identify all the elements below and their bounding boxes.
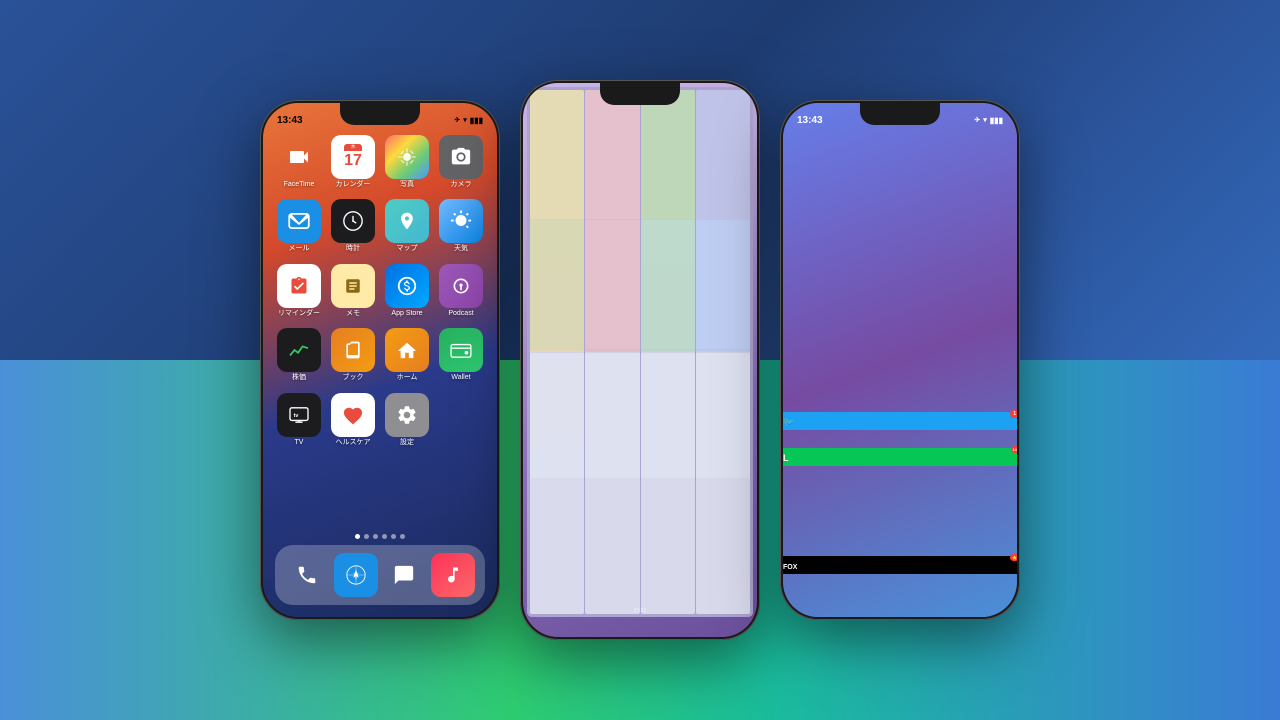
phone-2-screen: 完了 ページを編集 ✓ (523, 83, 757, 637)
clock-icon (331, 199, 375, 243)
app-reminders[interactable]: リマインダー (275, 264, 323, 318)
tv-label: TV (295, 439, 304, 447)
clock-label: 時計 (346, 245, 360, 253)
app-tv[interactable]: tv TV (275, 393, 323, 447)
maps-icon (385, 199, 429, 243)
phone-1: 13:43 ✈ ▾ ▮▮▮ FaceTime (260, 100, 500, 620)
stocks-label: 株価 (292, 374, 306, 382)
wallet-icon (439, 328, 483, 372)
page-dots-1 (263, 534, 497, 539)
phone-1-screen: 13:43 ✈ ▾ ▮▮▮ FaceTime (263, 103, 497, 617)
status-time-3: 13:43 (797, 115, 823, 126)
stocks-icon (277, 328, 321, 372)
tv-icon: tv (277, 393, 321, 437)
app-facetime[interactable]: FaceTime (275, 135, 323, 189)
app-books[interactable]: ブック (329, 328, 377, 382)
weather-icon (439, 199, 483, 243)
dot-6 (400, 534, 405, 539)
camera-icon (439, 135, 483, 179)
dock-music[interactable] (431, 553, 475, 597)
phone-call-icon (285, 553, 329, 597)
dock-phone[interactable] (285, 553, 329, 597)
notch-2 (600, 83, 680, 105)
dock-safari[interactable] (334, 553, 378, 597)
dot-3 (373, 534, 378, 539)
mail-label: メール (289, 245, 310, 253)
svg-text:tv: tv (294, 412, 299, 418)
app-wallet[interactable]: Wallet (437, 328, 485, 382)
home-app-icon (385, 328, 429, 372)
phone-3: 13:43 ✈ ▾ ▮▮▮ 🔍 Appライブラリ (780, 100, 1020, 620)
app-notes[interactable]: メモ (329, 264, 377, 318)
pages-grid: ✓ ✓ (523, 131, 757, 231)
reminders-label: リマインダー (278, 310, 320, 318)
photos-icon (385, 135, 429, 179)
app-health[interactable]: ヘルスケア (329, 393, 377, 447)
facetime-icon (277, 135, 321, 179)
app-camera[interactable]: カメラ (437, 135, 485, 189)
app-home[interactable]: ホーム (383, 328, 431, 382)
facetime-label: FaceTime (284, 181, 315, 189)
health-icon (331, 393, 375, 437)
calendar-label: カレンダー (336, 181, 371, 189)
app-calendar[interactable]: 木 17 カレンダー (329, 135, 377, 189)
fox-lib-icon: FOX ⭐ (783, 556, 1017, 574)
settings-label: 設定 (400, 439, 414, 447)
dock-messages[interactable] (382, 553, 426, 597)
status-time-1: 13:43 (277, 115, 303, 126)
health-label: ヘルスケア (336, 439, 371, 447)
music-icon (431, 553, 475, 597)
notes-label: メモ (346, 310, 360, 318)
messages-icon (382, 553, 426, 597)
dock-1 (275, 545, 485, 605)
photos-label: 写真 (400, 181, 414, 189)
app-clock[interactable]: 時計 (329, 199, 377, 253)
podcast-label: Podcast (448, 310, 473, 318)
dot-4 (382, 534, 387, 539)
app-podcast[interactable]: Podcast (437, 264, 485, 318)
app-mail[interactable]: メール (275, 199, 323, 253)
books-label: ブック (343, 374, 364, 382)
app-weather[interactable]: 天気 (437, 199, 485, 253)
mail-icon (277, 199, 321, 243)
app-appstore[interactable]: App Store (383, 264, 431, 318)
podcast-icon (439, 264, 483, 308)
home-app-grid: FaceTime 木 17 カレンダー 写真 (275, 135, 485, 447)
phone-2: 完了 ページを編集 ✓ (520, 80, 760, 640)
reminders-icon (277, 264, 321, 308)
app-maps[interactable]: マップ (383, 199, 431, 253)
line-lib-icon: L 10 (783, 448, 1017, 466)
dot-5 (391, 534, 396, 539)
notch-1 (340, 103, 420, 125)
wallet-label: Wallet (451, 374, 470, 382)
dot-2 (364, 534, 369, 539)
phone-3-screen: 13:43 ✈ ▾ ▮▮▮ 🔍 Appライブラリ (783, 103, 1017, 617)
home-label: ホーム (397, 374, 418, 382)
appstore-icon (385, 264, 429, 308)
settings-icon (385, 393, 429, 437)
safari-icon (334, 553, 378, 597)
app-settings[interactable]: 設定 (383, 393, 431, 447)
calendar-icon: 木 17 (331, 135, 375, 179)
notes-icon (331, 264, 375, 308)
maps-label: マップ (397, 245, 418, 253)
dot-1 (355, 534, 360, 539)
notch-3 (860, 103, 940, 125)
appstore-label: App Store (391, 310, 422, 318)
app-photos[interactable]: 写真 (383, 135, 431, 189)
phone-container: 13:43 ✈ ▾ ▮▮▮ FaceTime (260, 80, 1020, 640)
app-stocks[interactable]: 株価 (275, 328, 323, 382)
weather-label: 天気 (454, 245, 468, 253)
books-icon (331, 328, 375, 372)
twitter-lib-icon: 🐦 1 (783, 412, 1017, 430)
camera-label: カメラ (451, 181, 472, 189)
